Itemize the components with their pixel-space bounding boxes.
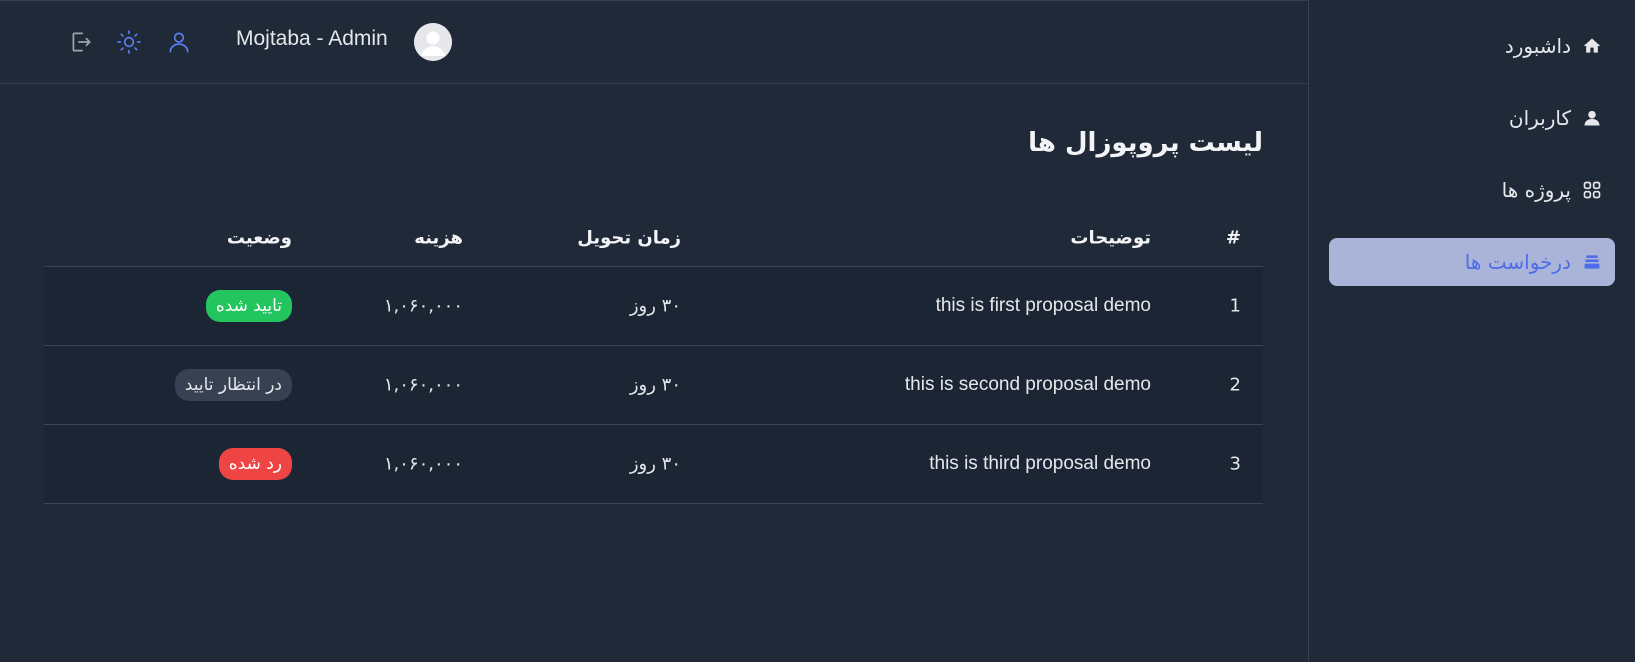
status-badge: رد شده (218, 448, 292, 480)
grid-icon (1581, 179, 1603, 201)
sidebar-item-label: کاربران (1508, 106, 1571, 130)
sidebar-item-dashboard[interactable]: داشبورد (1329, 22, 1615, 70)
page-title: لیست پروپوزال ها (1028, 128, 1263, 158)
sidebar-item-label: درخواست ها (1464, 250, 1571, 274)
logout-icon[interactable] (68, 29, 94, 55)
row-cost: ۱,۰۶۰,۰۰۰ (383, 295, 463, 317)
sidebar: داشبورد کاربران پروژه ها درخواست ها (1308, 0, 1635, 662)
row-description: this is first proposal demo (935, 295, 1151, 316)
status-badge: در انتظار تایید (174, 369, 292, 401)
status-badge: تایید شده (205, 290, 292, 322)
sidebar-item-label: پروژه ها (1501, 178, 1571, 202)
top-header: Mojtaba - Admin (0, 0, 1307, 84)
row-delivery: ۳۰ روز (629, 295, 681, 317)
row-cost: ۱,۰۶۰,۰۰۰ (383, 374, 463, 396)
row-number: 1 (1229, 295, 1241, 317)
row-description: this is second proposal demo (904, 374, 1151, 395)
avatar[interactable] (414, 23, 452, 61)
sidebar-item-users[interactable]: کاربران (1329, 94, 1615, 142)
column-header-status: وضعیت (226, 227, 292, 249)
user-icon (1581, 107, 1603, 129)
row-number: 2 (1229, 374, 1241, 396)
sun-icon[interactable] (116, 29, 142, 55)
row-description: this is third proposal demo (929, 453, 1151, 474)
table-row[interactable]: 1 this is first proposal demo ۳۰ روز ۱,۰… (44, 267, 1263, 346)
row-delivery: ۳۰ روز (629, 374, 681, 396)
column-header-number: # (1225, 227, 1241, 249)
table-row[interactable]: 3 this is third proposal demo ۳۰ روز ۱,۰… (44, 425, 1263, 504)
column-header-description: توضیحات (1070, 227, 1151, 249)
sidebar-item-projects[interactable]: پروژه ها (1329, 166, 1615, 214)
column-header-cost: هزینه (414, 227, 463, 249)
admin-username: Mojtaba - Admin (236, 27, 388, 50)
row-number: 3 (1229, 453, 1241, 475)
user-icon[interactable] (166, 29, 192, 55)
table-row[interactable]: 2 this is second proposal demo ۳۰ روز ۱,… (44, 346, 1263, 425)
column-header-delivery: زمان تحویل (577, 227, 681, 249)
sidebar-item-label: داشبورد (1504, 34, 1571, 58)
row-cost: ۱,۰۶۰,۰۰۰ (383, 453, 463, 475)
stack-icon (1581, 251, 1603, 273)
proposals-table: # توضیحات زمان تحویل هزینه وضعیت 1 this … (44, 210, 1263, 504)
home-icon (1581, 35, 1603, 57)
row-delivery: ۳۰ روز (629, 453, 681, 475)
table-header: # توضیحات زمان تحویل هزینه وضعیت (44, 210, 1263, 267)
sidebar-item-requests[interactable]: درخواست ها (1329, 238, 1615, 286)
